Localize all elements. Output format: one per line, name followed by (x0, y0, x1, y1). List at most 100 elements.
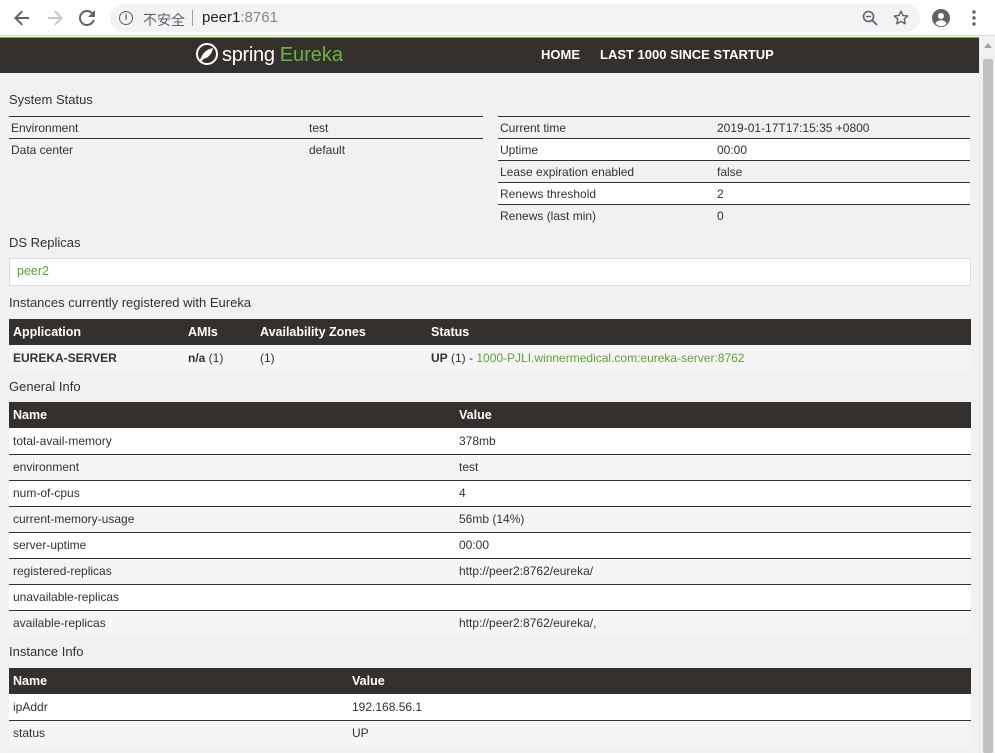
table-row: Environment test (9, 116, 483, 139)
insecure-label: 不安全 (143, 12, 185, 28)
app-name: EUREKA-SERVER (9, 345, 184, 371)
info-value (455, 584, 971, 611)
logo-spring-text: spring (222, 43, 275, 66)
info-name: server-uptime (9, 532, 455, 559)
info-name: num-of-cpus (9, 480, 455, 507)
nav-home-link[interactable]: HOME (541, 47, 580, 62)
table-row: server-uptime 00:00 (9, 532, 971, 559)
status-value: 2019-01-17T17:15:35 +0800 (715, 116, 970, 139)
column-header: Status (427, 319, 971, 345)
column-header: Value (348, 668, 971, 694)
forward-arrow-icon[interactable] (43, 6, 67, 30)
info-name: available-replicas (9, 610, 455, 636)
scroll-up-arrow-icon[interactable] (984, 43, 992, 48)
site-info-icon[interactable]: i (119, 11, 133, 25)
zoom-icon[interactable] (862, 10, 878, 26)
status-value: test (307, 116, 483, 139)
status-key: Renews threshold (498, 182, 715, 205)
column-header: Availability Zones (256, 319, 427, 345)
instance-info-table: Name Value ipAddr 192.168.56.1 status UP (9, 668, 971, 746)
system-status-right-table: Current time 2019-01-17T17:15:35 +0800 Up… (498, 116, 970, 227)
status-value: false (715, 160, 970, 183)
url-text[interactable]: peer1:8761 (202, 9, 278, 26)
ds-replicas-heading: DS Replicas (9, 235, 81, 250)
bookmark-star-icon[interactable] (893, 10, 909, 26)
table-row: status UP (9, 720, 971, 746)
table-row: Current time 2019-01-17T17:15:35 +0800 (498, 116, 970, 139)
spring-eureka-logo[interactable]: spring Eureka (196, 42, 344, 68)
menu-kebab-icon[interactable] (962, 6, 986, 30)
info-value: 56mb (14%) (455, 506, 971, 533)
info-value: 4 (455, 480, 971, 507)
back-arrow-icon[interactable] (10, 6, 34, 30)
table-row: unavailable-replicas (9, 584, 971, 611)
status-key: Current time (498, 116, 715, 139)
info-name: unavailable-replicas (9, 584, 455, 611)
general-info-table: Name Value total-avail-memory 378mb envir… (9, 402, 971, 636)
table-row: Lease expiration enabled false (498, 160, 970, 183)
info-value: http://peer2:8762/eureka/, (455, 610, 971, 636)
column-header: Value (455, 402, 971, 428)
eureka-navbar: spring Eureka HOME LAST 1000 SINCE START… (0, 37, 979, 73)
column-header: Application (9, 319, 184, 345)
amis-cell: n/a (1) (184, 345, 256, 371)
ds-replicas-list: peer2 (9, 258, 971, 286)
table-header-row: Application AMIs Availability Zones Stat… (9, 319, 971, 345)
scrollbar-thumb[interactable] (983, 59, 993, 753)
info-name: registered-replicas (9, 558, 455, 585)
info-name: current-memory-usage (9, 506, 455, 533)
status-key: Renews (last min) (498, 204, 715, 227)
instances-table: Application AMIs Availability Zones Stat… (9, 319, 971, 371)
status-key: Uptime (498, 138, 715, 161)
info-value: 00:00 (455, 532, 971, 559)
status-value: default (307, 138, 483, 161)
nav-last-1000-link[interactable]: LAST 1000 SINCE STARTUP (600, 47, 774, 62)
info-name: total-avail-memory (9, 428, 455, 455)
profile-avatar-icon[interactable] (929, 6, 953, 30)
general-info-heading: General Info (9, 379, 81, 394)
info-value: 378mb (455, 428, 971, 455)
status-value: 2 (715, 182, 970, 205)
table-row: num-of-cpus 4 (9, 480, 971, 507)
system-status-heading: System Status (9, 92, 93, 107)
status-cell: UP (1) - 1000-PJLI.winnermedical.com:eur… (427, 345, 971, 371)
table-row: Data center default (9, 138, 483, 161)
address-bar[interactable]: i 不安全 peer1:8761 (110, 4, 920, 32)
table-header-row: Name Value (9, 668, 971, 694)
browser-toolbar: i 不安全 peer1:8761 (0, 0, 995, 36)
info-value: http://peer2:8762/eureka/ (455, 558, 971, 585)
instance-info-heading: Instance Info (9, 644, 84, 659)
column-header: Name (9, 402, 455, 428)
table-row: Renews threshold 2 (498, 182, 970, 205)
zones-cell: (1) (256, 345, 427, 371)
spring-leaf-icon (196, 42, 218, 68)
info-name: status (9, 720, 348, 746)
info-name: ipAddr (9, 694, 348, 721)
reload-icon[interactable] (75, 6, 99, 30)
system-status-left-table: Environment test Data center default (9, 116, 483, 161)
info-value: UP (348, 720, 971, 746)
info-value: test (455, 454, 971, 481)
table-row: available-replicas http://peer2:8762/eure… (9, 610, 971, 636)
table-row: environment test (9, 454, 971, 481)
table-row: EUREKA-SERVER n/a (1) (1) UP (1) - 1000-… (9, 345, 971, 371)
status-value: 0 (715, 204, 970, 227)
vertical-scrollbar[interactable] (979, 37, 995, 753)
status-key: Lease expiration enabled (498, 160, 715, 183)
replica-link-peer2[interactable]: peer2 (17, 264, 49, 278)
table-row: current-memory-usage 56mb (14%) (9, 506, 971, 533)
table-row: Uptime 00:00 (498, 138, 970, 161)
table-header-row: Name Value (9, 402, 971, 428)
table-row: ipAddr 192.168.56.1 (9, 694, 971, 721)
table-row: registered-replicas http://peer2:8762/eur… (9, 558, 971, 585)
instance-link[interactable]: 1000-PJLI.winnermedical.com:eureka-serve… (476, 351, 744, 365)
table-row: Renews (last min) 0 (498, 204, 970, 227)
info-name: environment (9, 454, 455, 481)
logo-eureka-text: Eureka (279, 43, 344, 66)
instances-heading: Instances currently registered with Eure… (9, 295, 252, 310)
column-header: AMIs (184, 319, 256, 345)
omnibox-divider (192, 10, 193, 26)
status-value: 00:00 (715, 138, 970, 161)
table-row: total-avail-memory 378mb (9, 428, 971, 455)
info-value: 192.168.56.1 (348, 694, 971, 721)
